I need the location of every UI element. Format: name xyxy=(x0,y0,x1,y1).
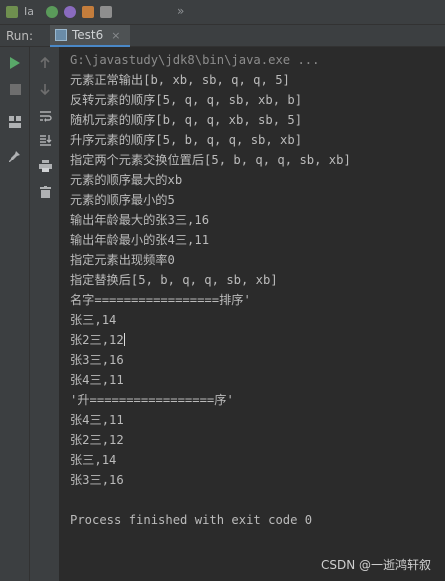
console-line: 张4三,11 xyxy=(70,373,124,387)
text-cursor xyxy=(123,333,125,346)
window-icon[interactable] xyxy=(100,6,112,18)
console-line: 指定元素出现频率0 xyxy=(70,253,175,267)
run-panel-header: Run: Test6 × xyxy=(0,24,445,47)
run-tab-label: Test6 xyxy=(72,28,104,42)
console-line: 元素的顺序最小的5 xyxy=(70,193,175,207)
stop-icon xyxy=(9,83,21,95)
rerun-button[interactable] xyxy=(6,54,24,72)
scroll-to-end-icon xyxy=(39,135,51,146)
arrow-up-icon xyxy=(40,57,50,68)
toolbar-icons: Ia xyxy=(0,4,112,20)
process-exit-line: Process finished with exit code 0 xyxy=(70,513,313,527)
arrow-down-icon xyxy=(40,84,50,95)
console-output[interactable]: G:\javastudy\jdk8\bin\java.exe ... 元素正常输… xyxy=(61,47,445,581)
run-toolbar-secondary xyxy=(30,47,60,581)
run-tab[interactable]: Test6 × xyxy=(50,25,130,47)
soft-wrap-icon xyxy=(39,111,52,122)
build-icon[interactable] xyxy=(6,6,18,18)
console-line: 张4三,11 xyxy=(70,413,124,427)
text-format-icon[interactable]: Ia xyxy=(24,6,34,18)
print-button[interactable] xyxy=(36,157,54,175)
up-stack-button[interactable] xyxy=(36,54,54,72)
feature-icon[interactable] xyxy=(82,6,94,18)
soft-wrap-button[interactable] xyxy=(36,107,54,125)
console-line-text: 张2三,12 xyxy=(70,333,124,347)
console-line: 元素正常输出[b, xb, sb, q, q, 5] xyxy=(70,73,290,87)
console-line: 升序元素的顺序[5, b, q, q, sb, xb] xyxy=(70,133,303,147)
chrome-icon[interactable] xyxy=(46,6,58,18)
console-line: 输出年龄最大的张3三,16 xyxy=(70,213,210,227)
console-line: 张三,14 xyxy=(70,453,117,467)
scroll-to-end-button[interactable] xyxy=(36,131,54,149)
console-line: 名字=================排序' xyxy=(70,293,251,307)
console-command-line: G:\javastudy\jdk8\bin\java.exe ... xyxy=(70,53,320,67)
stop-button[interactable] xyxy=(6,80,24,98)
console-line: 指定替换后[5, b, q, q, sb, xb] xyxy=(70,273,278,287)
more-icon[interactable]: » xyxy=(177,4,184,18)
console-line: 反转元素的顺序[5, q, q, sb, xb, b] xyxy=(70,93,303,107)
console-line: 元素的顺序最大的xb xyxy=(70,173,183,187)
console-line: 张2三,12 xyxy=(70,433,124,447)
console-line: 随机元素的顺序[b, q, q, xb, sb, 5] xyxy=(70,113,303,127)
layout-icon xyxy=(9,116,21,128)
console-line: 输出年龄最小的张4三,11 xyxy=(70,233,210,247)
console-line-with-cursor: 张2三,12 xyxy=(70,330,445,350)
trash-icon xyxy=(39,186,51,198)
console-line: 张3三,16 xyxy=(70,473,124,487)
console-line: 张三,14 xyxy=(70,313,117,327)
console-line: 张3三,16 xyxy=(70,353,124,367)
run-toolbar-primary xyxy=(0,47,30,581)
close-icon[interactable]: × xyxy=(111,29,120,42)
print-icon xyxy=(38,160,52,172)
pin-icon xyxy=(9,150,20,162)
down-stack-button[interactable] xyxy=(36,80,54,98)
plugin-icon[interactable] xyxy=(64,6,76,18)
console-line: 指定两个元素交换位置后[5, b, q, q, sb, xb] xyxy=(70,153,351,167)
layout-button[interactable] xyxy=(6,113,24,131)
watermark: CSDN @一逝鸿轩叙 xyxy=(320,558,431,572)
run-label: Run: xyxy=(6,29,34,43)
console-line: '升=================序' xyxy=(70,393,234,407)
pin-tab-button[interactable] xyxy=(6,147,24,165)
console-tab-icon xyxy=(55,29,67,41)
play-icon xyxy=(10,57,20,69)
top-toolbar: Ia » xyxy=(0,0,445,24)
clear-all-button[interactable] xyxy=(36,183,54,201)
